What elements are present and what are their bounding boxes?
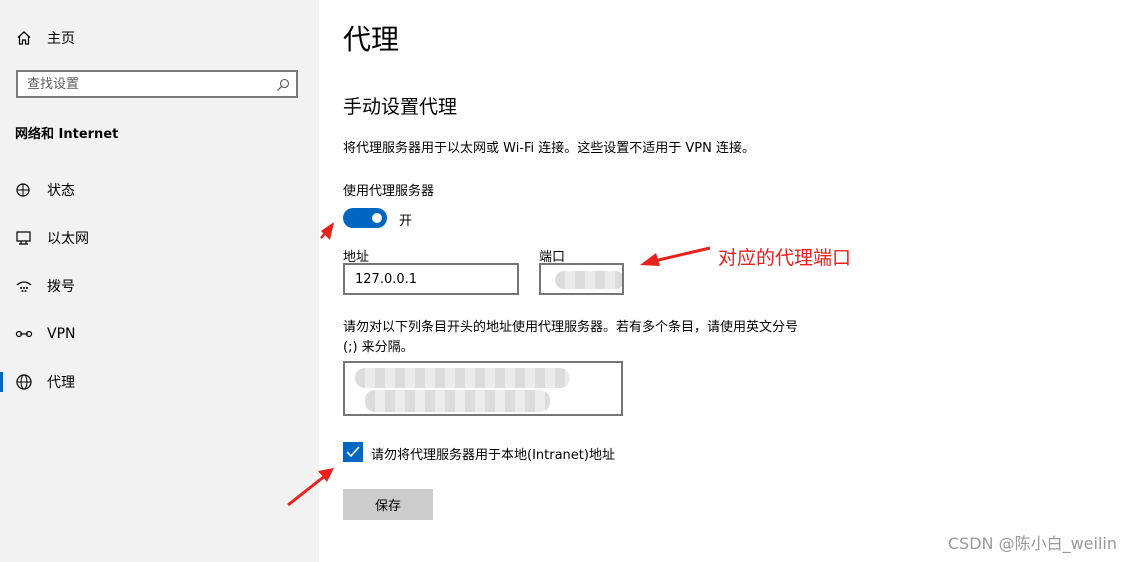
arrow-icon [287, 468, 334, 507]
port-annotation: 对应的代理端口 [718, 247, 852, 269]
annotation-arrows [287, 222, 711, 507]
watermark: CSDN @陈小白_weilin [947, 534, 1117, 553]
arrow-icon [640, 246, 711, 266]
arrow-icon [320, 222, 334, 240]
